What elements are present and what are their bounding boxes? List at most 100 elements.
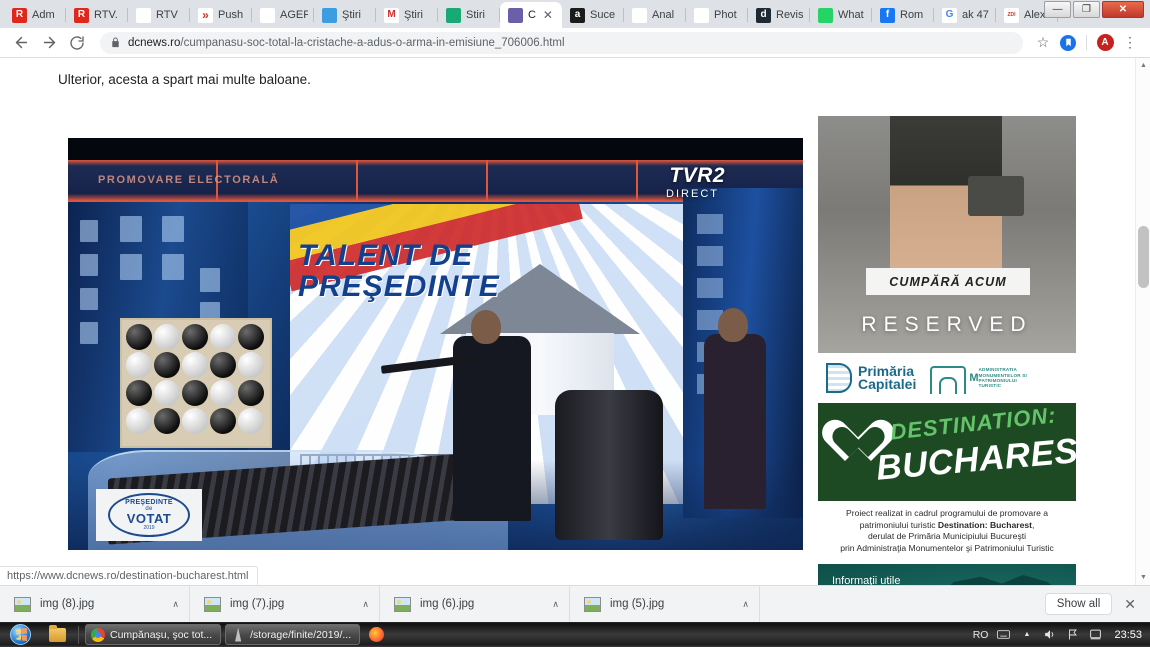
- caption-line1: Proiect realizat in cadrul programului d…: [845, 508, 1049, 518]
- browser-tab[interactable]: R RTV.: [66, 2, 128, 28]
- address-bar[interactable]: dcnews.ro/cumpanasu-soc-total-la-cristac…: [100, 31, 1023, 54]
- tab-title: Revis: [776, 9, 804, 21]
- avatar: A: [1096, 34, 1114, 51]
- diaspora-subtitle: Informaţii utile pentru românii din Dias…: [832, 574, 967, 585]
- quicklaunch-explorer[interactable]: [40, 622, 74, 647]
- tab-title: Adm: [32, 9, 55, 21]
- network-icon[interactable]: [1065, 628, 1080, 641]
- primaria-line2: Capitalei: [858, 376, 917, 392]
- download-item[interactable]: img (7).jpg ∧: [190, 585, 380, 623]
- download-menu-icon[interactable]: ∧: [552, 599, 559, 610]
- ad-reserved[interactable]: CUMPĂRĂ ACUM RESERVED: [818, 116, 1076, 353]
- bookmark-extension-icon[interactable]: [1056, 31, 1080, 55]
- taskbar-task[interactable]: /storage/finite/2019/...: [225, 624, 361, 645]
- primaria-capitalei-logo[interactable]: Primăria Capitalei: [826, 363, 916, 393]
- browser-tab[interactable]: R Adm: [4, 2, 66, 28]
- windows-taskbar: Cumpănaşu, şoc tot... /storage/finite/201…: [0, 622, 1150, 647]
- ad-brand-name: RESERVED: [861, 313, 1033, 336]
- keyboard-icon[interactable]: [996, 630, 1011, 639]
- browser-tab[interactable]: d Revis: [748, 2, 810, 28]
- url-host: dcnews.ro: [128, 36, 181, 49]
- google-icon: G: [942, 7, 957, 23]
- browser-tab[interactable]: Phot: [686, 2, 748, 28]
- scroll-down-icon[interactable]: ▼: [1136, 570, 1150, 585]
- lock-icon: [110, 37, 121, 48]
- browser-tab[interactable]: Gak 47: [934, 2, 996, 28]
- browser-tab[interactable]: f Rom: [872, 2, 934, 28]
- taskbar-task[interactable]: Cumpănaşu, şoc tot...: [85, 624, 222, 645]
- browser-tab[interactable]: Anal: [624, 2, 686, 28]
- browser-tab[interactable]: Stiri: [438, 2, 500, 28]
- download-menu-icon[interactable]: ∧: [172, 599, 179, 610]
- windows-orb-icon: [9, 624, 31, 645]
- browser-tab[interactable]: AGEF: [252, 2, 314, 28]
- taskbar-divider: [78, 625, 79, 644]
- channel-logo: TVR2: [669, 164, 725, 187]
- votat-badge: PREŞEDINTE de VOTAT 2019: [96, 489, 202, 541]
- close-shelf-icon[interactable]: ✕: [1124, 596, 1136, 613]
- language-indicator[interactable]: RO: [973, 629, 989, 641]
- tab-close-icon[interactable]: ✕: [542, 9, 554, 21]
- download-menu-icon[interactable]: ∧: [742, 599, 749, 610]
- action-center-icon[interactable]: [1088, 628, 1103, 641]
- caption-line2: patrimoniului turistic Destination: Buch…: [824, 520, 1070, 532]
- forward-button[interactable]: [36, 30, 62, 56]
- dcnews-icon: [508, 7, 523, 23]
- download-thumbnail: [584, 596, 601, 612]
- bucharest-caption: Proiect realizat in cadrul programului d…: [818, 501, 1076, 556]
- taskbar-task-label: Cumpănaşu, şoc tot...: [110, 628, 213, 641]
- chrome-icon: [91, 627, 105, 642]
- download-filename: img (8).jpg: [40, 598, 95, 610]
- download-thumbnail: [14, 596, 31, 612]
- scrollbar-thumb[interactable]: [1138, 226, 1149, 288]
- browser-tab[interactable]: C ✕: [500, 2, 562, 28]
- bookmark-star-icon[interactable]: ☆: [1031, 31, 1055, 55]
- download-item[interactable]: img (5).jpg ∧: [570, 585, 760, 623]
- caption-line2-bold: Destination: Bucharest: [937, 519, 1032, 530]
- browser-tab[interactable]: » Push: [190, 2, 252, 28]
- pushbullet-icon: »: [198, 7, 213, 23]
- reload-button[interactable]: [64, 30, 90, 56]
- download-menu-icon[interactable]: ∧: [362, 599, 369, 610]
- chrome-menu-icon[interactable]: ⋮: [1118, 31, 1142, 55]
- scroll-up-icon[interactable]: ▲: [1136, 58, 1150, 73]
- analytics-icon: [632, 7, 647, 23]
- bucharest-banner: DESTINATION: BUCHAREST: [818, 403, 1076, 501]
- show-hidden-icons[interactable]: ▲: [1019, 631, 1034, 638]
- studio-title: TALENT DE PREŞEDINTE: [298, 240, 500, 302]
- taskbar-firefox[interactable]: [362, 622, 390, 647]
- download-item[interactable]: img (6).jpg ∧: [380, 585, 570, 623]
- browser-tab[interactable]: RTV: [128, 2, 190, 28]
- tab-title: Push: [218, 9, 244, 21]
- primaria-crest-icon: [826, 363, 852, 393]
- ad-diaspora[interactable]: Informaţii utile pentru românii din Dias…: [818, 564, 1076, 585]
- amp-logo[interactable]: M ADMINISTRATIA MONUMENTELOR SI PATRIMON…: [926, 362, 1027, 394]
- system-tray: RO ▲ 23:53: [973, 628, 1150, 641]
- browser-tab[interactable]: M Ştiri: [376, 2, 438, 28]
- close-window-button[interactable]: ✕: [1102, 1, 1144, 18]
- browser-tab[interactable]: What: [810, 2, 872, 28]
- chrome-browser-window: R Adm R RTV. RTV » Push AGEF Ştiri M Ştiri Stiri C…: [0, 0, 1150, 585]
- article-photo[interactable]: PROMOVARE ELECTORALĂ TALENT DE PREŞEDINT…: [68, 138, 803, 550]
- minimize-button[interactable]: —: [1044, 1, 1071, 18]
- studio-chair: [555, 390, 663, 540]
- show-all-downloads-button[interactable]: Show all: [1044, 593, 1113, 615]
- browser-tab[interactable]: a Suce: [562, 2, 624, 28]
- browser-tab[interactable]: Ştiri: [314, 2, 376, 28]
- tab-title: Ştiri: [342, 9, 361, 21]
- download-filename: img (6).jpg: [420, 598, 475, 610]
- m-red-icon: M: [384, 7, 399, 23]
- back-button[interactable]: [8, 30, 34, 56]
- maximize-button[interactable]: ❐: [1073, 1, 1100, 18]
- page-scrollbar[interactable]: ▲ ▼: [1135, 58, 1150, 585]
- taskbar-clock[interactable]: 23:53: [1111, 629, 1142, 641]
- start-button[interactable]: [0, 622, 40, 647]
- download-item[interactable]: img (8).jpg ∧: [0, 585, 190, 623]
- download-thumbnail: [394, 596, 411, 612]
- ad-cta-button[interactable]: CUMPĂRĂ ACUM: [866, 268, 1030, 295]
- zdi-icon: ZDI: [1004, 7, 1019, 23]
- browser-toolbar: dcnews.ro/cumpanasu-soc-total-la-cristac…: [0, 28, 1150, 58]
- ad-destination-bucharest[interactable]: DESTINATION: BUCHAREST Proiect realizat …: [818, 403, 1076, 561]
- volume-icon[interactable]: [1042, 628, 1057, 641]
- profile-avatar[interactable]: A: [1093, 31, 1117, 55]
